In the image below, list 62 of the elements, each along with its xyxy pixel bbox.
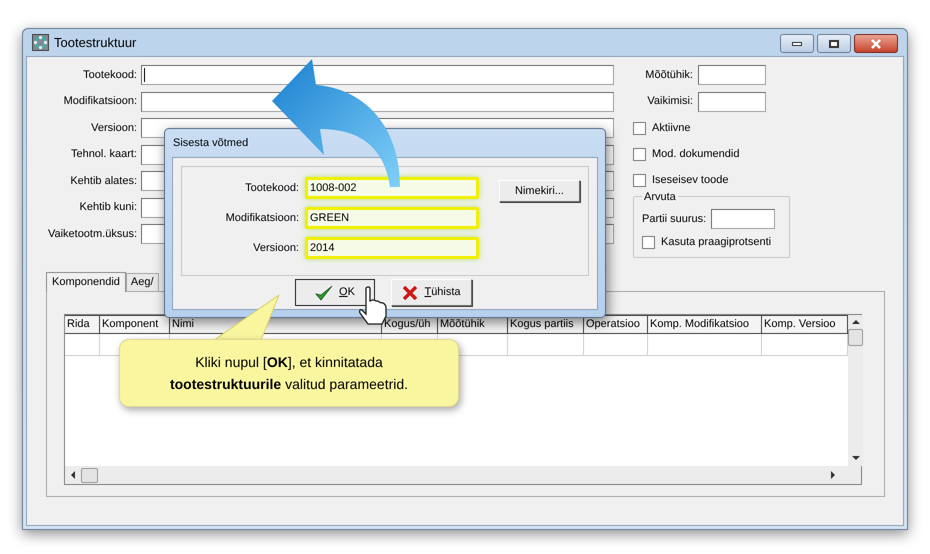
input-field[interactable]: 2014 — [305, 237, 479, 259]
checkbox-label: Iseseisev toode — [652, 172, 728, 188]
scroll-up-icon[interactable] — [852, 320, 860, 324]
scroll-thumb[interactable] — [848, 329, 863, 346]
field-label: Kehtib kuni: — [78, 200, 138, 216]
scroll-right-icon[interactable] — [831, 471, 835, 479]
input-field[interactable] — [698, 92, 766, 112]
field-value: 2014 — [310, 240, 334, 256]
column-header[interactable]: Komp. Versioo — [762, 315, 848, 334]
scroll-left-icon[interactable] — [71, 471, 75, 479]
input-field[interactable]: 1008-002 — [305, 177, 479, 199]
column-header[interactable]: Operatsioo — [584, 315, 648, 334]
scroll-thumb[interactable] — [81, 468, 98, 482]
field-value: 1008-002 — [310, 180, 356, 196]
field-label: Tootekood: — [244, 180, 300, 196]
tab[interactable]: Aeg/ — [126, 273, 159, 291]
field-label: Tehnol. kaart: — [70, 147, 138, 162]
maximize-button[interactable] — [817, 34, 851, 53]
field-label: Modifikatsioon: — [224, 210, 300, 226]
checkbox[interactable] — [633, 174, 646, 186]
checkbox[interactable] — [633, 122, 646, 134]
list-button[interactable]: Nimekiri... — [499, 180, 580, 202]
checkbox[interactable] — [642, 236, 655, 249]
scroll-down-icon[interactable] — [852, 456, 860, 460]
window-title: Tootestruktuur — [54, 34, 136, 52]
field-label: Vaiketootm.üksus: — [46, 226, 138, 242]
input-field[interactable] — [711, 209, 776, 229]
field-label: Versioon: — [90, 120, 138, 136]
checkbox[interactable] — [633, 148, 646, 160]
check-icon — [315, 284, 334, 300]
column-header[interactable]: Komponent — [100, 315, 170, 334]
field-label: Kehtib alates: — [69, 174, 138, 189]
input-field[interactable] — [141, 65, 614, 85]
vertical-scrollbar[interactable] — [848, 315, 863, 466]
field-label: Vaikimisi: — [646, 94, 694, 110]
field-label: Versioon: — [252, 240, 300, 256]
field-label: Tootekood: — [82, 68, 138, 83]
cancel-button[interactable]: Tühista — [391, 279, 472, 306]
column-header[interactable]: Rida — [65, 315, 100, 334]
checkbox-label: Kasuta praagiprotsenti — [661, 235, 772, 250]
horizontal-scrollbar[interactable] — [65, 466, 861, 484]
app-icon — [32, 34, 49, 51]
cross-icon — [402, 284, 418, 300]
checkbox-label: Aktiivne — [652, 120, 691, 136]
checkbox-label: Mod. dokumendid — [652, 146, 740, 162]
tab[interactable]: Komponendid — [46, 272, 126, 292]
minimize-button[interactable] — [780, 34, 814, 53]
input-field[interactable]: GREEN — [305, 207, 479, 229]
text-caret — [144, 68, 145, 82]
close-icon — [870, 38, 882, 48]
field-label: Mõõtühik: — [644, 68, 694, 83]
field-value: GREEN — [310, 210, 350, 226]
callout-text: Kliki nupul [OK], et kinnitatada tootestruktuurile valitud parameetrid. — [168, 353, 410, 394]
table-cell — [584, 334, 648, 356]
field-label: Partii suurus: — [642, 212, 706, 227]
close-button[interactable] — [854, 34, 898, 53]
column-header[interactable]: Komp. Modifikatsioo — [648, 315, 762, 334]
field-label: Modifikatsioon: — [62, 94, 138, 110]
dialog-title: Sisesta võtmed — [172, 136, 250, 151]
input-field[interactable] — [698, 65, 766, 85]
table-cell — [65, 334, 100, 356]
ok-button[interactable]: OK — [295, 279, 375, 306]
